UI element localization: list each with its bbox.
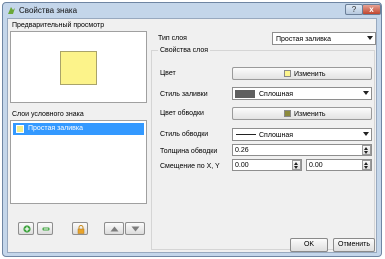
offset-label: Смещение по X, Y [160, 163, 220, 170]
title-bar[interactable]: Свойства знака ? x [3, 3, 381, 18]
offset-y-spinner[interactable] [362, 160, 371, 170]
lock-layer-button[interactable] [72, 222, 88, 235]
help-button[interactable]: ? [345, 4, 363, 15]
move-down-button[interactable] [125, 222, 145, 235]
solid-fill-icon [235, 90, 255, 98]
offset-x-value: 0.00 [235, 162, 249, 169]
add-layer-button[interactable] [18, 222, 34, 235]
solid-line-icon [236, 134, 256, 135]
arrow-up-icon [110, 226, 119, 232]
cancel-button[interactable]: Отменить [333, 238, 375, 252]
offset-y-value: 0.00 [309, 162, 323, 169]
change-color-label: Изменить [294, 71, 326, 78]
symbol-layers-list[interactable]: Простая заливка [10, 120, 147, 204]
border-color-label: Цвет обводки [160, 110, 204, 117]
offset-x-field[interactable]: 0.00 [232, 159, 302, 171]
color-label: Цвет [160, 70, 176, 77]
fill-style-select[interactable]: Сплошная [232, 87, 372, 100]
border-width-label: Толщина обводки [160, 148, 218, 155]
chevron-down-icon [363, 91, 369, 95]
border-style-select[interactable]: Сплошная [232, 128, 372, 141]
fill-style-value: Сплошная [259, 91, 294, 98]
change-border-color-label: Изменить [294, 111, 326, 118]
ok-button[interactable]: OK [290, 238, 328, 252]
change-color-button[interactable]: Изменить [232, 67, 372, 80]
dialog-body: Предварительный просмотр Слои условного … [7, 18, 377, 253]
border-width-field[interactable]: 0.26 [232, 144, 372, 156]
chevron-down-icon [367, 36, 373, 40]
group-title: Свойства слоя [158, 46, 211, 55]
spin-down-icon [294, 166, 298, 169]
border-style-value: Сплошная [259, 132, 294, 139]
chevron-down-icon [363, 132, 369, 136]
fill-style-label: Стиль заливки [160, 91, 208, 98]
move-up-button[interactable] [104, 222, 124, 235]
border-width-spinner[interactable] [362, 145, 371, 155]
qgis-icon [8, 7, 15, 14]
preview-swatch [60, 51, 97, 85]
layer-type-select[interactable]: Простая заливка [272, 32, 376, 45]
spin-up-icon [294, 162, 298, 165]
color-swatch [284, 70, 291, 77]
border-color-swatch [284, 110, 291, 117]
border-style-label: Стиль обводки [160, 131, 209, 138]
preview-label: Предварительный просмотр [12, 22, 105, 29]
spin-down-icon [364, 151, 368, 154]
layer-type-value: Простая заливка [276, 36, 331, 43]
spin-up-icon [364, 147, 368, 150]
layer-properties-group: Свойства слоя Цвет Изменить Стиль заливк… [151, 46, 375, 250]
symbol-properties-window: Свойства знака ? x Предварительный просм… [2, 2, 382, 257]
close-button[interactable]: x [362, 4, 381, 15]
lock-icon [77, 225, 85, 234]
plus-icon [23, 225, 31, 233]
arrow-down-icon [131, 226, 140, 232]
minus-icon [42, 227, 50, 231]
spin-down-icon [364, 166, 368, 169]
change-border-color-button[interactable]: Изменить [232, 107, 372, 120]
offset-y-field[interactable]: 0.00 [306, 159, 372, 171]
layer-swatch [16, 125, 24, 133]
layer-label: Простая заливка [28, 125, 83, 132]
border-width-value: 0.26 [235, 147, 249, 154]
window-title: Свойства знака [19, 6, 78, 15]
spin-up-icon [364, 162, 368, 165]
list-item[interactable]: Простая заливка [13, 123, 144, 135]
offset-x-spinner[interactable] [292, 160, 301, 170]
layer-type-label: Тип слоя [158, 35, 187, 42]
symbol-layers-label: Слои условного знака [12, 111, 84, 118]
remove-layer-button[interactable] [37, 222, 53, 235]
symbol-preview [10, 31, 147, 103]
